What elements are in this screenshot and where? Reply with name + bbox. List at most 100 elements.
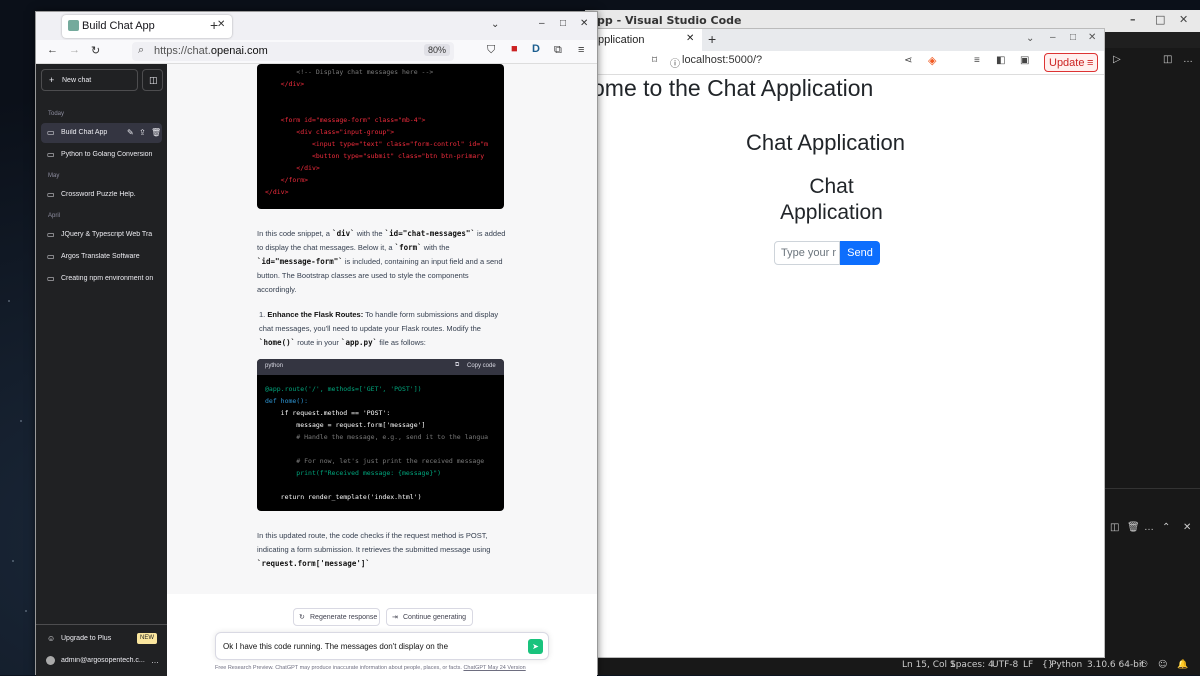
sidebar-item-label: Python to Golang Conversion [61,151,153,158]
language-mode[interactable]: Python [1051,660,1082,670]
chevron-down-icon[interactable]: ⌄ [1026,33,1034,44]
chevron-up-icon[interactable]: ⌃ [1162,522,1170,533]
new-chat-button[interactable]: + New chat [41,69,138,91]
bookmark-icon[interactable]: ⌑ [652,55,657,66]
split-terminal-icon[interactable]: ◫ [1110,522,1119,533]
text: In this code snippet, a [257,229,333,238]
close-tab-icon[interactable]: ✕ [217,19,225,30]
firefox-tab[interactable]: Build Chat App ✕ [62,15,232,38]
send-message-button[interactable]: ➤ [528,639,543,654]
url-bar[interactable]: ⌕ https://chat.openai.com 80% [132,42,454,61]
response-paragraph-1: In this code snippet, a `div` with the `… [257,227,507,297]
sidebar-item-npm-environment[interactable]: ▭ Creating npm environment on [41,269,162,289]
new-tab-icon[interactable]: + [708,31,716,47]
python-interpreter[interactable]: 3.10.6 64-bit [1087,660,1145,670]
code-line: return render_template('index.html') [265,493,422,501]
code-line: @app.route('/', methods=['GET', 'POST']) [265,385,422,393]
sidebar-item-jquery-typescript[interactable]: ▭ JQuery & Typescript Web Tra [41,225,162,245]
forward-icon[interactable]: → [69,44,80,56]
continue-label: Continue generating [403,614,467,621]
page-heading-secondary: Chat Application [746,130,905,155]
copilot-icon[interactable]: ⚇ [1140,660,1148,670]
more-icon[interactable]: … [1183,54,1193,65]
copy-icon[interactable]: ⧉ [455,362,459,369]
pocket-icon[interactable]: ⛉ [487,44,495,57]
playlist-icon[interactable]: ≡ [974,55,980,66]
account-email: admin@argosopentech.c... [61,657,145,664]
extension-icon[interactable]: ■ [511,43,518,55]
list-number: 1. [259,310,266,319]
code-line: </div> [265,80,305,88]
minimize-icon[interactable]: – [1050,32,1056,43]
update-button[interactable]: Update ≡ [1044,53,1098,72]
sidebar-item-build-chat-app[interactable]: ▭ Build Chat App ✎ ⇪ 🗑 [41,123,162,143]
info-icon[interactable]: ⓘ [670,55,680,70]
more-icon[interactable]: … [1144,522,1154,533]
line-ending[interactable]: LF [1023,660,1033,670]
url-prefix: https://chat. [154,45,211,57]
code-header: python ⧉ Copy code [257,359,504,375]
page-heading-tertiary: Chat Application [780,175,883,224]
prompt-input[interactable]: Ok I have this code running. The message… [215,632,549,660]
trash-icon[interactable]: 🗑 [1127,522,1140,533]
extension-d-icon[interactable]: D [532,43,540,55]
upgrade-plus-button[interactable]: ☺ Upgrade to Plus NEW [41,629,162,649]
code-block-python: python ⧉ Copy code @app.route('/', metho… [257,359,504,511]
continue-generating-button[interactable]: ⇥ Continue generating [386,608,473,626]
edit-icon[interactable]: ✎ [127,128,134,137]
menu-icon[interactable]: ≡ [578,44,584,56]
new-tab-icon[interactable]: + [210,17,218,33]
close-panel-icon[interactable]: ✕ [1183,522,1191,533]
regenerate-button[interactable]: ↻ Regenerate response [293,608,380,626]
vscode-editor-area[interactable]: ▷ ◫ … ◫ 🗑 … ⌃ ✕ [1105,48,1200,658]
split-editor-icon[interactable]: ◫ [1163,54,1172,65]
account-menu[interactable]: admin@argosopentech.c... … [41,651,162,671]
message-input[interactable]: Type your r [774,241,840,265]
maximize-icon[interactable]: □ [1155,13,1165,26]
close-icon[interactable]: ✕ [1179,13,1188,26]
brave-url[interactable]: localhost:5000/? [682,54,762,66]
sidebar-icon[interactable]: ◧ [996,55,1005,66]
share-icon[interactable]: ⋖ [904,55,912,66]
encoding[interactable]: UTF-8 [992,660,1018,670]
text: with the [421,243,450,252]
version-link[interactable]: ChatGPT May 24 Version [463,665,525,671]
brave-shield-icon[interactable]: ◈ [928,54,936,67]
send-button[interactable]: Send [840,241,880,265]
reload-icon[interactable]: ↻ [91,44,100,57]
sidebar-item-label: Crossword Puzzle Help. [61,191,136,198]
feedback-icon[interactable]: ☺ [1158,660,1167,670]
code-line: message = request.form['message'] [265,421,426,429]
more-icon[interactable]: … [151,656,159,665]
back-icon[interactable]: ← [47,44,58,56]
run-icon[interactable]: ▷ [1113,54,1121,65]
close-icon[interactable]: ✕ [580,18,588,29]
brave-tab[interactable]: pplication ✕ [598,29,702,51]
chat-icon: ▭ [47,128,55,137]
list-tabs-icon[interactable]: ⌄ [491,19,499,30]
copy-code-button[interactable]: Copy code [467,363,496,369]
close-tab-icon[interactable]: ✕ [686,33,694,44]
brave-window: pplication ✕ + ⌄ – □ ✕ ⌑ ⓘ localhost:500… [597,28,1105,658]
extensions-icon[interactable]: ⧉ [554,44,562,57]
inline-code: `id="chat-messages"` [384,229,475,238]
sidebar-item-argos-translate[interactable]: ▭ Argos Translate Software [41,247,162,267]
composer-area: ↻ Regenerate response ⇥ Continue generat… [167,594,597,676]
share-icon[interactable]: ⇪ [139,128,146,137]
minimize-icon[interactable]: – [1130,13,1136,26]
maximize-icon[interactable]: □ [560,18,566,29]
zoom-level[interactable]: 80% [423,44,450,56]
bell-icon[interactable]: 🔔 [1177,660,1188,670]
forward-icon: ⇥ [392,614,398,621]
indentation[interactable]: Spaces: 4 [950,660,994,670]
cursor-position[interactable]: Ln 15, Col 1 [902,660,956,670]
minimize-icon[interactable]: – [539,18,545,29]
sidebar-toggle-button[interactable]: ◫ [142,69,163,91]
close-icon[interactable]: ✕ [1088,32,1096,43]
sidebar-item-crossword[interactable]: ▭ Crossword Puzzle Help. [41,185,162,205]
maximize-icon[interactable]: □ [1070,32,1076,43]
trash-icon[interactable]: 🗑 [151,128,161,137]
wallet-icon[interactable]: ▣ [1020,55,1029,66]
code-language: python [265,363,284,369]
sidebar-item-python-golang[interactable]: ▭ Python to Golang Conversion [41,145,162,165]
